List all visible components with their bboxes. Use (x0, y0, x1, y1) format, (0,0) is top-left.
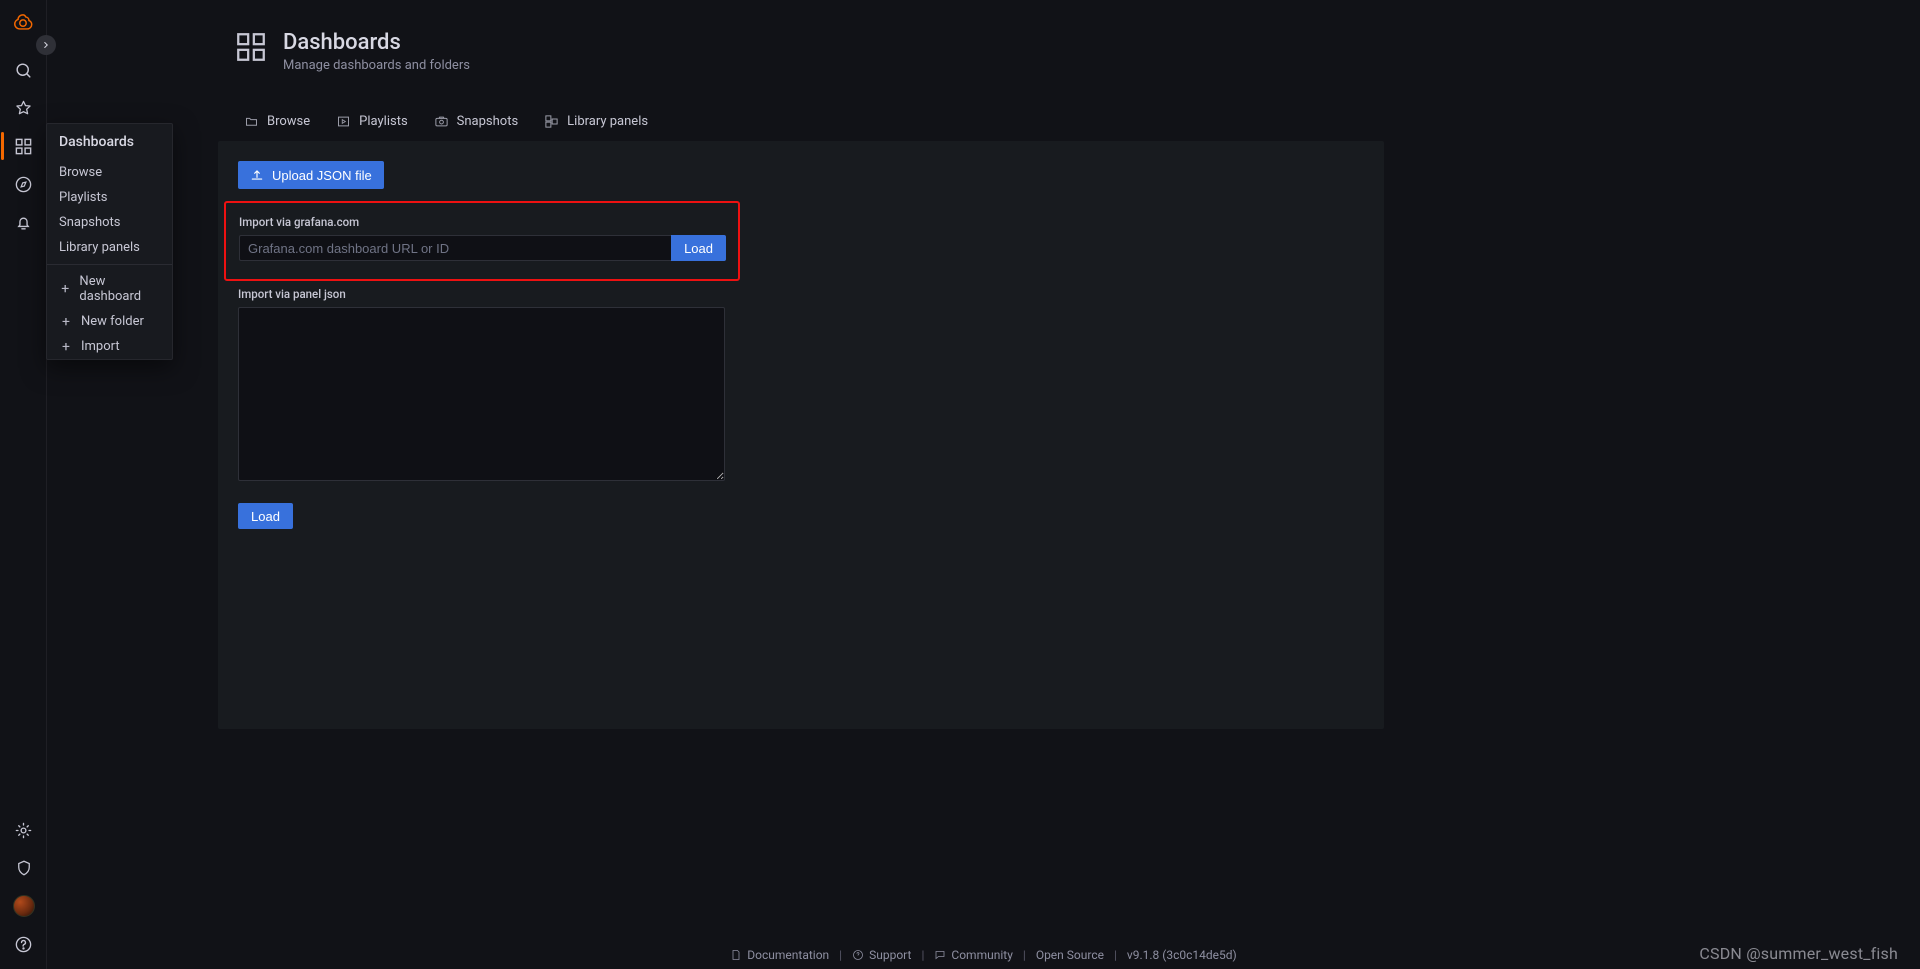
footer-support[interactable]: Support (852, 948, 911, 962)
tab-playlists[interactable]: Playlists (336, 114, 407, 129)
footer-separator: | (921, 948, 924, 962)
flyout-action-new-folder[interactable]: + New folder (47, 309, 172, 334)
tabs: Browse Playlists Snapshots Library panel… (218, 105, 1384, 137)
flyout-action-label: New dashboard (79, 274, 160, 304)
flyout-item-snapshots[interactable]: Snapshots (47, 210, 172, 235)
nav-alerting[interactable] (0, 203, 47, 241)
nav-help[interactable] (0, 925, 47, 963)
question-icon (852, 949, 864, 961)
tab-label: Snapshots (457, 114, 519, 129)
flyout-separator (47, 264, 172, 265)
nav-rail (0, 0, 47, 969)
footer-separator: | (839, 948, 842, 962)
nav-server-admin[interactable] (0, 849, 47, 887)
footer-link-label: Community (951, 948, 1012, 962)
footer-link-label: Documentation (747, 948, 829, 962)
nav-configuration[interactable] (0, 811, 47, 849)
nav-explore[interactable] (0, 165, 47, 203)
nav-search[interactable] (0, 51, 47, 89)
footer-link-label: Open Source (1036, 948, 1104, 962)
flyout-action-import[interactable]: + Import (47, 334, 172, 359)
panel-json-textarea[interactable] (238, 307, 725, 481)
chat-icon (934, 949, 946, 961)
load-grafana-button[interactable]: Load (671, 235, 726, 261)
footer-separator: | (1023, 948, 1026, 962)
expand-nav-button[interactable] (36, 35, 56, 55)
page: Dashboards Manage dashboards and folders… (218, 0, 1384, 969)
nav-dashboards[interactable] (0, 127, 47, 165)
flyout-title[interactable]: Dashboards (47, 124, 172, 160)
import-grafana-label: Import via grafana.com (239, 215, 725, 229)
tab-snapshots[interactable]: Snapshots (434, 114, 519, 129)
flyout-item-playlists[interactable]: Playlists (47, 185, 172, 210)
content-panel: Upload JSON file Import via grafana.com … (218, 141, 1384, 729)
footer-link-label: Support (869, 948, 911, 962)
nav-profile[interactable] (0, 887, 47, 925)
grafana-url-input[interactable] (239, 235, 671, 261)
upload-json-label: Upload JSON file (272, 168, 372, 183)
load-json-button[interactable]: Load (238, 503, 293, 529)
flyout-action-new-dashboard[interactable]: + New dashboard (47, 269, 172, 309)
plus-icon: + (59, 340, 73, 354)
footer-documentation[interactable]: Documentation (730, 948, 829, 962)
tab-label: Browse (267, 114, 310, 129)
import-json-label: Import via panel json (238, 287, 1364, 301)
tab-browse[interactable]: Browse (244, 114, 310, 129)
footer-version: v9.1.8 (3c0c14de5d) (1127, 948, 1237, 962)
flyout-item-library[interactable]: Library panels (47, 235, 172, 260)
import-via-grafana-highlight: Import via grafana.com Load (224, 201, 740, 281)
footer: Documentation | Support | Community | Op… (47, 941, 1920, 969)
nav-starred[interactable] (0, 89, 47, 127)
load-json-label: Load (251, 509, 280, 524)
load-button-label: Load (684, 241, 713, 256)
footer-version-text: v9.1.8 (3c0c14de5d) (1127, 948, 1237, 962)
footer-separator: | (1114, 948, 1117, 962)
footer-open-source[interactable]: Open Source (1036, 948, 1104, 962)
footer-community[interactable]: Community (934, 948, 1012, 962)
tab-library-panels[interactable]: Library panels (544, 114, 648, 129)
page-header: Dashboards Manage dashboards and folders (218, 0, 1384, 73)
upload-json-button[interactable]: Upload JSON file (238, 161, 384, 189)
plus-icon: + (59, 315, 73, 329)
plus-icon: + (59, 282, 71, 296)
avatar (13, 895, 35, 917)
upload-icon (250, 168, 264, 182)
page-title: Dashboards (283, 30, 470, 56)
flyout-action-label: Import (81, 339, 120, 354)
watermark: CSDN @summer_west_fish (1699, 944, 1898, 963)
doc-icon (730, 949, 742, 961)
dashboards-icon (234, 30, 268, 68)
flyout-item-browse[interactable]: Browse (47, 160, 172, 185)
tab-label: Playlists (359, 114, 407, 129)
page-subtitle: Manage dashboards and folders (283, 58, 470, 73)
tab-label: Library panels (567, 114, 648, 129)
flyout-action-label: New folder (81, 314, 144, 329)
dashboards-flyout: Dashboards Browse Playlists Snapshots Li… (46, 123, 173, 360)
